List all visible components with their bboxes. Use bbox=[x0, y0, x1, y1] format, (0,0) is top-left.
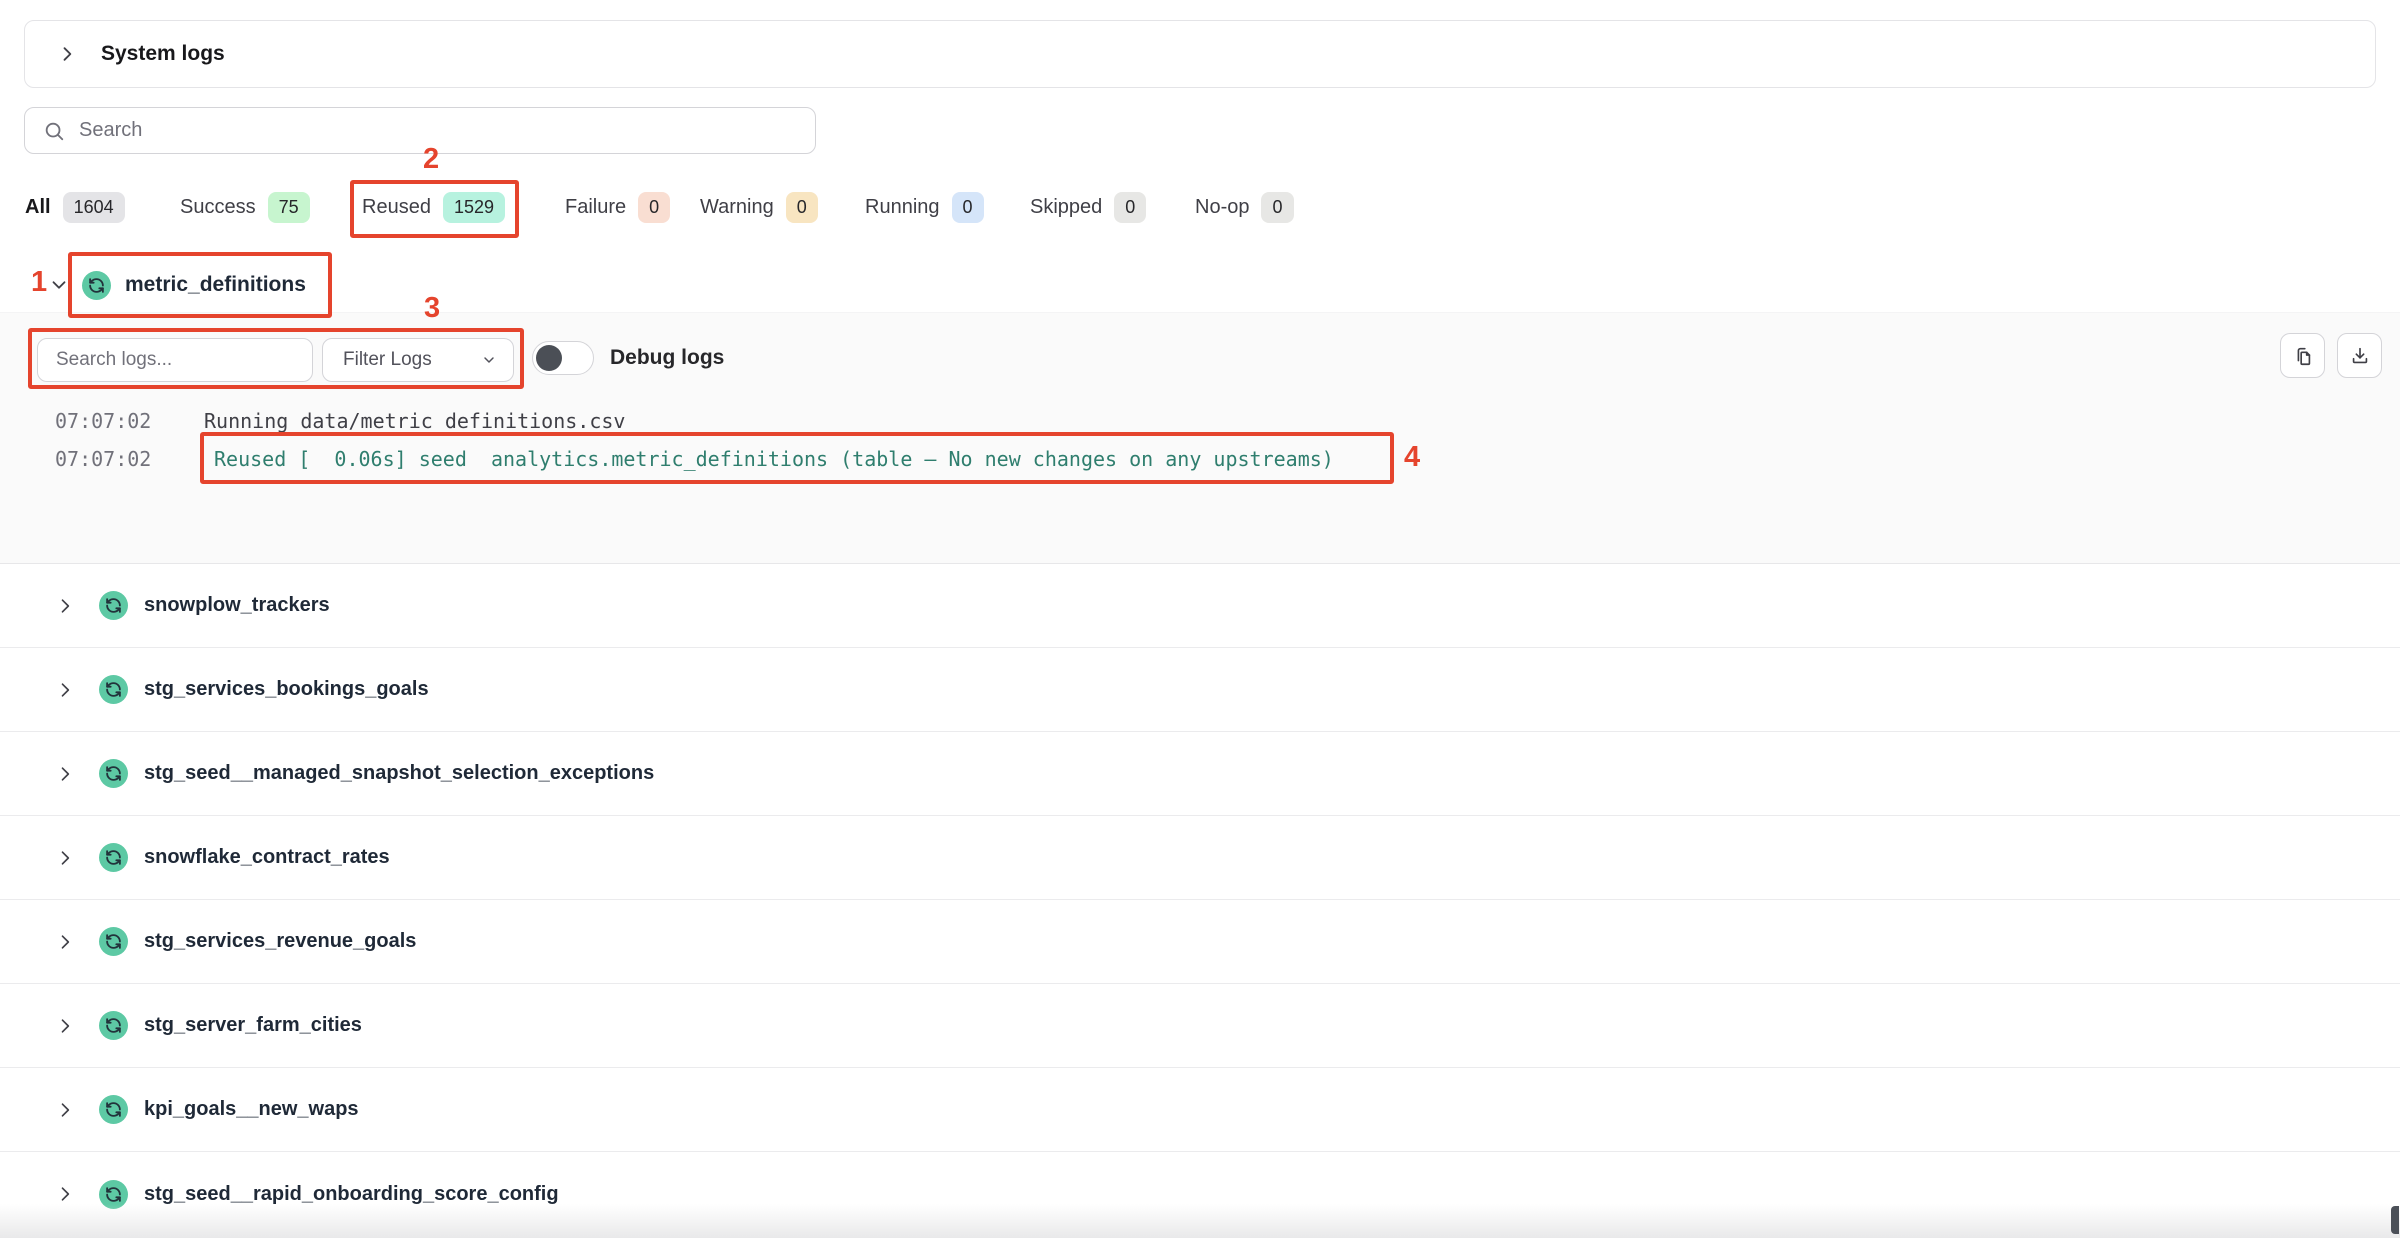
tab-count-badge: 1529 bbox=[443, 192, 505, 223]
list-item-snowflake_contract_rates[interactable]: snowflake_contract_rates bbox=[0, 816, 2400, 900]
list-item-label: stg_services_revenue_goals bbox=[144, 930, 416, 953]
debug-logs-label: Debug logs bbox=[610, 346, 724, 370]
log-message: Running data/metric_definitions.csv bbox=[204, 409, 625, 433]
tab-failure[interactable]: Failure 0 bbox=[565, 192, 670, 223]
reused-status-icon bbox=[99, 927, 128, 956]
list-item-label: stg_services_bookings_goals bbox=[144, 678, 429, 701]
tab-label: Failure bbox=[565, 196, 626, 219]
tab-count-badge: 1604 bbox=[63, 192, 125, 223]
tab-warning[interactable]: Warning 0 bbox=[700, 192, 818, 223]
system-logs-header[interactable]: System logs bbox=[24, 20, 2376, 88]
log-item-list: snowplow_trackers stg_services_bookings_… bbox=[0, 564, 2400, 1236]
list-item-label: stg_seed__managed_snapshot_selection_exc… bbox=[144, 762, 654, 785]
chevron-right-icon bbox=[55, 1016, 75, 1036]
chevron-right-icon bbox=[57, 44, 77, 64]
log-message-reused: Reused [ 0.06s] seed analytics.metric_de… bbox=[214, 447, 1334, 471]
tab-label: Reused bbox=[362, 196, 431, 219]
tab-count-badge: 0 bbox=[1261, 192, 1293, 223]
page-title: System logs bbox=[101, 42, 225, 66]
system-logs-screen: System logs Search All 1604 Success 75 R… bbox=[0, 0, 2400, 1238]
reused-status-icon bbox=[82, 271, 111, 300]
reused-status-icon bbox=[99, 1011, 128, 1040]
list-item-stg_services_revenue_goals[interactable]: stg_services_revenue_goals bbox=[0, 900, 2400, 984]
tab-count-badge: 0 bbox=[638, 192, 670, 223]
chevron-right-icon bbox=[55, 1184, 75, 1204]
chevron-right-icon bbox=[55, 932, 75, 952]
tab-all[interactable]: All 1604 bbox=[25, 192, 125, 223]
search-placeholder: Search bbox=[79, 119, 142, 142]
search-logs-input[interactable]: Search logs... bbox=[37, 338, 313, 382]
reused-status-icon bbox=[99, 675, 128, 704]
chevron-right-icon bbox=[55, 1100, 75, 1120]
list-item-stg_server_farm_cities[interactable]: stg_server_farm_cities bbox=[0, 984, 2400, 1068]
status-tabs: All 1604 Success 75 Reused 1529 Failure … bbox=[0, 186, 2400, 238]
tab-label: Running bbox=[865, 196, 940, 219]
list-item-stg_seed__managed_snapshot_selection_exceptions[interactable]: stg_seed__managed_snapshot_selection_exc… bbox=[0, 732, 2400, 816]
tab-label: No-op bbox=[1195, 196, 1249, 219]
filter-logs-label: Filter Logs bbox=[343, 349, 432, 371]
tab-reused[interactable]: Reused 1529 bbox=[362, 192, 505, 223]
tab-success[interactable]: Success 75 bbox=[180, 192, 310, 223]
tab-label: Warning bbox=[700, 196, 774, 219]
list-item-label: stg_seed__rapid_onboarding_score_config bbox=[144, 1183, 559, 1206]
tab-count-badge: 0 bbox=[952, 192, 984, 223]
filter-logs-dropdown[interactable]: Filter Logs bbox=[322, 338, 514, 382]
list-item-label: kpi_goals__new_waps bbox=[144, 1098, 359, 1121]
download-icon bbox=[2349, 345, 2371, 367]
reused-status-icon bbox=[99, 759, 128, 788]
reused-status-icon bbox=[99, 843, 128, 872]
search-input[interactable]: Search bbox=[24, 107, 816, 154]
list-item-kpi_goals__new_waps[interactable]: kpi_goals__new_waps bbox=[0, 1068, 2400, 1152]
reused-status-icon bbox=[99, 1180, 128, 1209]
log-panel: Search logs... Filter Logs Debug logs 07… bbox=[0, 312, 2400, 564]
list-item-label: stg_server_farm_cities bbox=[144, 1014, 362, 1037]
log-timestamp: 07:07:02 bbox=[55, 409, 151, 433]
log-timestamp: 07:07:02 bbox=[55, 447, 151, 471]
reused-status-icon bbox=[99, 591, 128, 620]
chevron-right-icon bbox=[55, 596, 75, 616]
search-logs-placeholder: Search logs... bbox=[56, 349, 172, 371]
list-item-label: snowplow_trackers bbox=[144, 594, 330, 617]
debug-logs-toggle[interactable] bbox=[532, 341, 594, 375]
chevron-right-icon bbox=[55, 764, 75, 784]
toggle-knob bbox=[536, 345, 562, 371]
tab-no-op[interactable]: No-op 0 bbox=[1195, 192, 1294, 223]
tab-label: Skipped bbox=[1030, 196, 1102, 219]
tab-label: Success bbox=[180, 196, 256, 219]
chevron-down-icon bbox=[481, 352, 497, 368]
tab-count-badge: 0 bbox=[1114, 192, 1146, 223]
tab-label: All bbox=[25, 196, 51, 219]
copy-logs-button[interactable] bbox=[2280, 333, 2325, 378]
download-logs-button[interactable] bbox=[2337, 333, 2382, 378]
chevron-right-icon bbox=[55, 848, 75, 868]
chevron-down-icon[interactable] bbox=[48, 274, 70, 296]
list-item-stg_services_bookings_goals[interactable]: stg_services_bookings_goals bbox=[0, 648, 2400, 732]
list-item-label: snowflake_contract_rates bbox=[144, 846, 390, 869]
reused-status-icon bbox=[99, 1095, 128, 1124]
tab-count-badge: 75 bbox=[268, 192, 310, 223]
scrollbar-fragment[interactable] bbox=[2391, 1206, 2399, 1234]
list-item-stg_seed__rapid_onboarding_score_config[interactable]: stg_seed__rapid_onboarding_score_config bbox=[0, 1152, 2400, 1236]
expanded-item-label: metric_definitions bbox=[125, 273, 306, 297]
copy-icon bbox=[2292, 345, 2314, 367]
expanded-item-row: metric_definitions bbox=[0, 250, 2400, 320]
tab-running[interactable]: Running 0 bbox=[865, 192, 984, 223]
expanded-item-header[interactable]: metric_definitions bbox=[68, 252, 330, 318]
tab-skipped[interactable]: Skipped 0 bbox=[1030, 192, 1146, 223]
search-icon bbox=[43, 120, 65, 142]
list-item-snowplow_trackers[interactable]: snowplow_trackers bbox=[0, 564, 2400, 648]
tab-count-badge: 0 bbox=[786, 192, 818, 223]
chevron-right-icon bbox=[55, 680, 75, 700]
